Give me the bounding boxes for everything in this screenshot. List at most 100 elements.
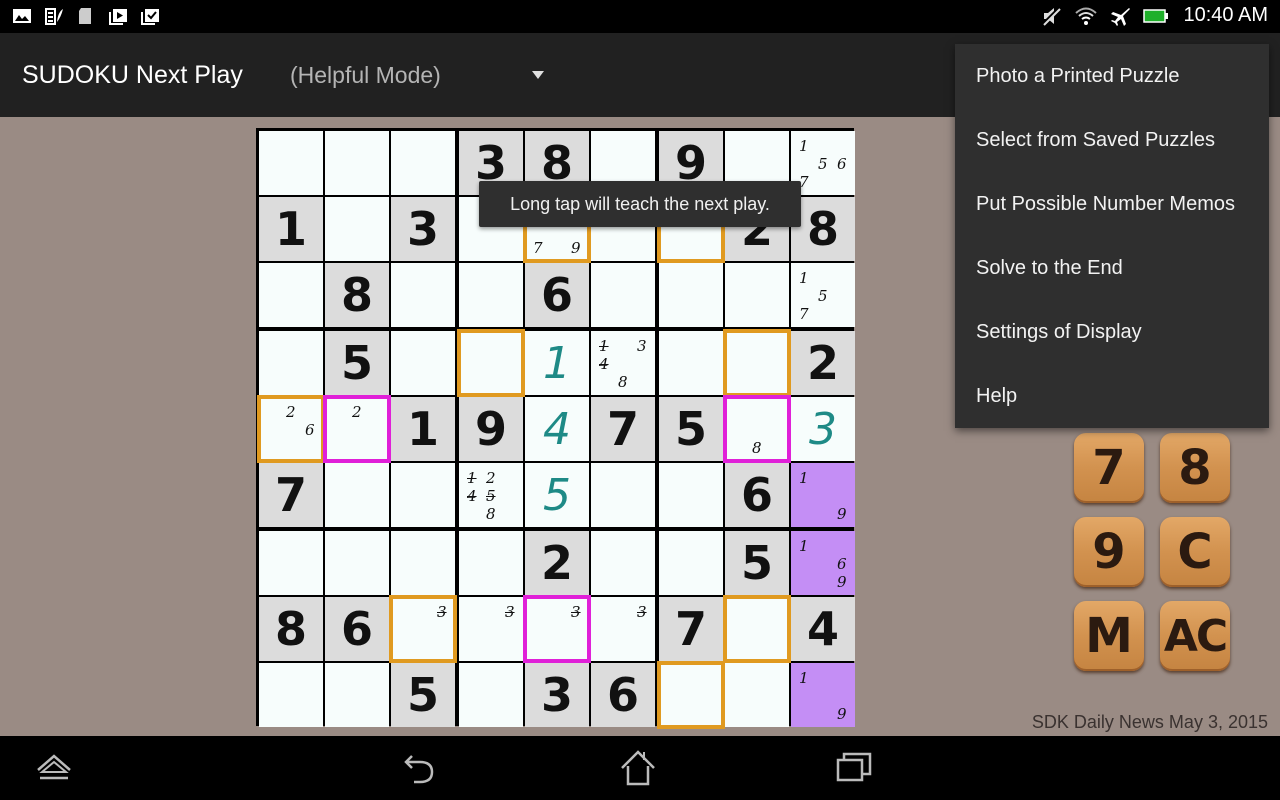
- home-icon[interactable]: [618, 750, 658, 786]
- daily-news-label: SDK Daily News May 3, 2015: [1031, 712, 1268, 732]
- sudoku-cell-r9c2[interactable]: [325, 663, 389, 727]
- sudoku-cell-r5c8[interactable]: 8: [725, 397, 789, 461]
- mode-spinner[interactable]: (Helpful Mode): [290, 62, 441, 89]
- sudoku-cell-r6c3[interactable]: [391, 463, 455, 527]
- sudoku-cell-r5c9[interactable]: 3: [791, 397, 855, 461]
- sudoku-cell-r6c1[interactable]: 7: [259, 463, 323, 527]
- memo-digit: 1: [799, 469, 809, 487]
- given-digit: 7: [606, 402, 639, 456]
- sudoku-cell-r8c5[interactable]: 3: [525, 597, 589, 661]
- sudoku-cell-r9c6[interactable]: 6: [591, 663, 655, 727]
- sudoku-cell-r6c6[interactable]: [591, 463, 655, 527]
- menu-item-number-memos[interactable]: Put Possible Number Memos: [955, 172, 1269, 236]
- sudoku-cell-r3c3[interactable]: [391, 263, 455, 327]
- sudoku-cell-r6c9[interactable]: 19: [791, 463, 855, 527]
- sudoku-cell-r7c1[interactable]: [259, 531, 323, 595]
- sudoku-cell-r4c8[interactable]: [725, 331, 789, 395]
- sudoku-cell-r8c4[interactable]: 3: [459, 597, 523, 661]
- memo-digit: 5: [818, 155, 828, 173]
- sudoku-cell-r7c6[interactable]: [591, 531, 655, 595]
- sudoku-cell-r8c9[interactable]: 4: [791, 597, 855, 661]
- given-digit: 1: [406, 402, 439, 456]
- sudoku-cell-r4c6[interactable]: 1 3 48: [591, 331, 655, 395]
- hide-bar-icon[interactable]: [34, 750, 74, 786]
- sudoku-cell-r5c4[interactable]: 9: [459, 397, 523, 461]
- sudoku-cell-r9c5[interactable]: 3: [525, 663, 589, 727]
- sudoku-cell-r3c4[interactable]: [459, 263, 523, 327]
- recent-apps-icon[interactable]: [836, 750, 876, 786]
- key-8[interactable]: 8: [1160, 433, 1230, 503]
- sudoku-cell-r8c8[interactable]: [725, 597, 789, 661]
- chevron-down-icon[interactable]: [532, 71, 544, 79]
- sudoku-cell-r1c3[interactable]: [391, 131, 455, 195]
- sudoku-cell-r4c7[interactable]: [659, 331, 723, 395]
- sudoku-cell-r7c9[interactable]: 1 69: [791, 531, 855, 595]
- key-9[interactable]: 9: [1074, 517, 1144, 587]
- sudoku-cell-r7c8[interactable]: 5: [725, 531, 789, 595]
- sudoku-cell-r4c4[interactable]: [459, 331, 523, 395]
- menu-item-solve[interactable]: Solve to the End: [955, 236, 1269, 300]
- battery-saver-icon: [44, 6, 64, 26]
- sudoku-cell-r5c3[interactable]: 1: [391, 397, 455, 461]
- key-clear[interactable]: C: [1160, 517, 1230, 587]
- sudoku-cell-r6c5[interactable]: 5: [525, 463, 589, 527]
- toast-message: Long tap will teach the next play.: [479, 181, 801, 227]
- sudoku-cell-r7c7[interactable]: [659, 531, 723, 595]
- sudoku-cell-r8c3[interactable]: 3: [391, 597, 455, 661]
- sudoku-cell-r5c6[interactable]: 7: [591, 397, 655, 461]
- sudoku-cell-r9c9[interactable]: 19: [791, 663, 855, 727]
- sudoku-cell-r3c8[interactable]: [725, 263, 789, 327]
- sudoku-cell-r3c2[interactable]: 8: [325, 263, 389, 327]
- sudoku-cell-r8c6[interactable]: 3: [591, 597, 655, 661]
- wifi-icon: [1075, 6, 1098, 26]
- sudoku-cell-r2c1[interactable]: 1: [259, 197, 323, 261]
- key-memo[interactable]: M: [1074, 601, 1144, 671]
- sudoku-cell-r6c2[interactable]: [325, 463, 389, 527]
- sudoku-cell-r3c9[interactable]: 157: [791, 263, 855, 327]
- sudoku-cell-r9c8[interactable]: [725, 663, 789, 727]
- sudoku-cell-r4c2[interactable]: 5: [325, 331, 389, 395]
- sudoku-cell-r6c4[interactable]: 12458: [459, 463, 523, 527]
- key-all-clear[interactable]: AC: [1160, 601, 1230, 671]
- sudoku-cell-r9c3[interactable]: 5: [391, 663, 455, 727]
- sudoku-cell-r6c8[interactable]: 6: [725, 463, 789, 527]
- back-icon[interactable]: [402, 750, 442, 786]
- sudoku-cell-r7c4[interactable]: [459, 531, 523, 595]
- sudoku-cell-r4c9[interactable]: 2: [791, 331, 855, 395]
- sudoku-cell-r7c3[interactable]: [391, 531, 455, 595]
- sudoku-cell-r2c2[interactable]: [325, 197, 389, 261]
- sudoku-cell-r9c4[interactable]: [459, 663, 523, 727]
- entered-digit: 1: [543, 337, 571, 389]
- sudoku-cell-r8c7[interactable]: 7: [659, 597, 723, 661]
- sudoku-cell-r5c2[interactable]: 2: [325, 397, 389, 461]
- sudoku-cell-r8c2[interactable]: 6: [325, 597, 389, 661]
- sudoku-cell-r5c5[interactable]: 4: [525, 397, 589, 461]
- sudoku-cell-r6c7[interactable]: [659, 463, 723, 527]
- sudoku-cell-r8c1[interactable]: 8: [259, 597, 323, 661]
- sudoku-cell-r1c1[interactable]: [259, 131, 323, 195]
- sudoku-cell-r3c6[interactable]: [591, 263, 655, 327]
- given-digit: 8: [274, 602, 307, 656]
- sudoku-cell-r3c7[interactable]: [659, 263, 723, 327]
- sudoku-cell-r1c2[interactable]: [325, 131, 389, 195]
- menu-item-saved-puzzles[interactable]: Select from Saved Puzzles: [955, 108, 1269, 172]
- menu-item-display-settings[interactable]: Settings of Display: [955, 300, 1269, 364]
- sudoku-cell-r5c1[interactable]: 26: [259, 397, 323, 461]
- entered-digit: 4: [543, 403, 571, 455]
- sudoku-cell-r7c5[interactable]: 2: [525, 531, 589, 595]
- given-digit: 2: [806, 336, 839, 390]
- menu-item-help[interactable]: Help: [955, 364, 1269, 428]
- sudoku-cell-r4c1[interactable]: [259, 331, 323, 395]
- sudoku-cell-r3c1[interactable]: [259, 263, 323, 327]
- sudoku-cell-r4c3[interactable]: [391, 331, 455, 395]
- menu-item-photo-puzzle[interactable]: Photo a Printed Puzzle: [955, 44, 1269, 108]
- given-digit: 7: [674, 602, 707, 656]
- sudoku-cell-r7c2[interactable]: [325, 531, 389, 595]
- sudoku-cell-r5c7[interactable]: 5: [659, 397, 723, 461]
- sudoku-cell-r9c7[interactable]: [659, 663, 723, 727]
- key-7[interactable]: 7: [1074, 433, 1144, 503]
- sudoku-cell-r9c1[interactable]: [259, 663, 323, 727]
- sudoku-cell-r2c3[interactable]: 3: [391, 197, 455, 261]
- sudoku-cell-r4c5[interactable]: 1: [525, 331, 589, 395]
- sudoku-cell-r3c5[interactable]: 6: [525, 263, 589, 327]
